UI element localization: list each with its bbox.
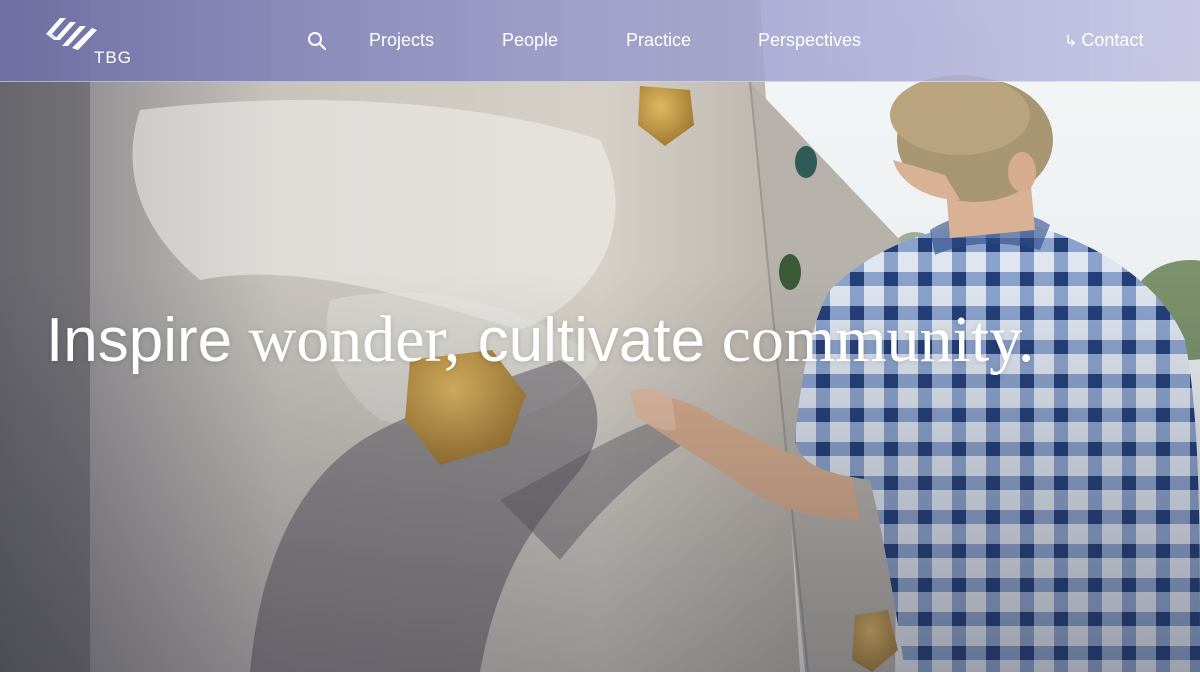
contact-label: Contact xyxy=(1081,30,1144,50)
nav-people[interactable]: People xyxy=(502,30,558,51)
search-button[interactable] xyxy=(306,30,330,54)
page: TBG Projects People Practice Perspective… xyxy=(0,0,1200,675)
nav-projects[interactable]: Projects xyxy=(369,30,434,51)
search-icon xyxy=(308,32,327,51)
tbg-logo-icon xyxy=(46,18,97,50)
headline-cultivate: cultivate xyxy=(460,306,706,375)
nav-practice[interactable]: Practice xyxy=(626,30,691,51)
headline-wonder: wonder, xyxy=(232,303,461,376)
contact-arrow-icon: ↳ xyxy=(1064,31,1078,50)
headline-community: community. xyxy=(705,303,1035,376)
nav-perspectives[interactable]: Perspectives xyxy=(758,30,861,51)
headline-inspire: Inspire xyxy=(46,306,233,375)
tbg-logo-link[interactable]: TBG xyxy=(44,14,140,70)
contact-link[interactable]: ↳ Contact xyxy=(1064,30,1143,51)
hero-headline: Inspire wonder, cultivate community. xyxy=(46,300,1034,381)
site-header: TBG Projects People Practice Perspective… xyxy=(0,0,1200,82)
logo-text: TBG xyxy=(94,48,132,67)
